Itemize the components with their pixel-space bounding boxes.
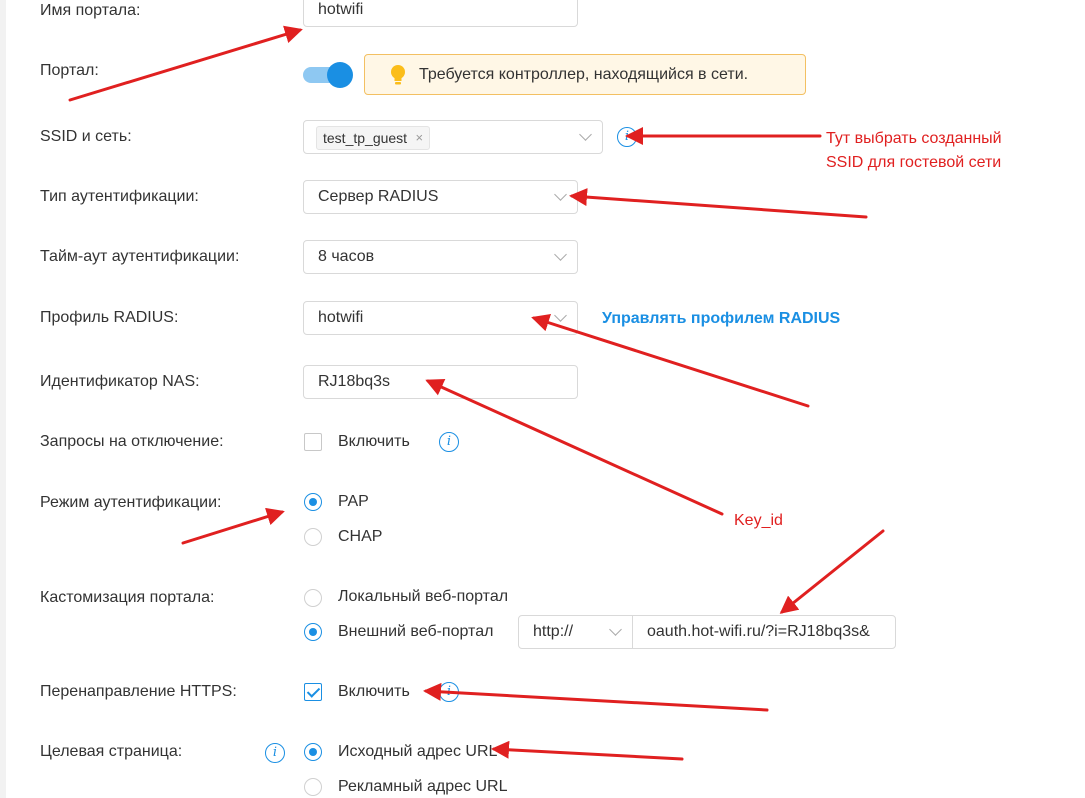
ssid-tag[interactable]: test_tp_guest ×	[316, 126, 431, 150]
portal-name-label: Имя портала:	[40, 2, 141, 19]
ssid-tag-label: test_tp_guest	[323, 130, 408, 146]
chevron-down-icon	[554, 248, 567, 261]
external-portal-radio[interactable]	[304, 623, 322, 641]
ssid-annotation-line2: SSID для гостевой сети	[826, 154, 1002, 171]
promo-url-label: Рекламный адрес URL	[338, 778, 508, 795]
auth-mode-pap-label: PAP	[338, 493, 369, 510]
radius-profile-label: Профиль RADIUS:	[40, 309, 179, 326]
auth-mode-chap-radio[interactable]	[304, 528, 322, 546]
chevron-down-icon	[609, 623, 622, 636]
radius-profile-value: hotwifi	[318, 309, 364, 326]
manage-radius-profile-link[interactable]: Управлять профилем RADIUS	[602, 310, 840, 328]
controller-notice: Требуется контроллер, находящийся в сети…	[364, 54, 806, 95]
lightbulb-icon	[391, 65, 405, 85]
landing-page-label: Целевая страница:	[40, 743, 183, 760]
arrow-auth-mode	[181, 507, 285, 545]
toggle-knob	[327, 62, 353, 88]
disconnect-requests-option: Включить	[338, 433, 410, 450]
disconnect-requests-checkbox[interactable]	[304, 433, 322, 451]
arrow-portal-url	[779, 529, 885, 614]
auth-timeout-value: 8 часов	[318, 248, 375, 265]
info-icon[interactable]: i	[439, 432, 459, 452]
ssid-label: SSID и сеть:	[40, 128, 132, 145]
arrow-landing-page	[491, 740, 684, 761]
https-redirect-checkbox[interactable]	[304, 683, 322, 701]
original-url-label: Исходный адрес URL	[338, 743, 498, 760]
https-redirect-label: Перенаправление HTTPS:	[40, 683, 237, 700]
external-portal-url-input[interactable]: oauth.hot-wifi.ru/?i=RJ18bq3s&	[632, 615, 896, 649]
radius-profile-select[interactable]: hotwifi	[303, 301, 578, 335]
auth-mode-label: Режим аутентификации:	[40, 494, 222, 511]
portal-toggle[interactable]	[303, 62, 353, 88]
auth-mode-chap-label: CHAP	[338, 528, 383, 545]
notice-text: Требуется контроллер, находящийся в сети…	[419, 66, 749, 83]
auth-type-value: Сервер RADIUS	[318, 188, 439, 205]
original-url-radio[interactable]	[304, 743, 322, 761]
auth-type-select[interactable]: Сервер RADIUS	[303, 180, 578, 214]
ssid-annotation-line1: Тут выбрать созданный	[826, 130, 1002, 147]
nas-id-label: Идентификатор NAS:	[40, 373, 200, 390]
https-redirect-option: Включить	[338, 683, 410, 700]
portal-name-input[interactable]: hotwifi	[303, 0, 578, 27]
portal-customization-label: Кастомизация портала:	[40, 589, 215, 606]
key-id-annotation: Key_id	[734, 512, 783, 529]
chevron-down-icon	[554, 188, 567, 201]
auth-mode-pap-radio[interactable]	[304, 493, 322, 511]
local-portal-radio[interactable]	[304, 589, 322, 607]
close-icon[interactable]: ×	[415, 127, 423, 149]
auth-timeout-select[interactable]: 8 часов	[303, 240, 578, 274]
arrow-nas-id	[425, 378, 724, 516]
auth-timeout-label: Тайм-аут аутентификации:	[40, 248, 240, 265]
auth-type-label: Тип аутентификации:	[40, 188, 199, 205]
disconnect-requests-label: Запросы на отключение:	[40, 433, 224, 450]
ssid-select[interactable]: test_tp_guest ×	[303, 120, 603, 154]
local-portal-label: Локальный веб-портал	[338, 588, 509, 605]
external-portal-label: Внешний веб-портал	[338, 623, 494, 640]
arrow-https	[423, 682, 769, 712]
chevron-down-icon	[579, 128, 592, 141]
portal-label: Портал:	[40, 62, 99, 79]
arrow-portal-name	[68, 25, 303, 102]
protocol-value: http://	[533, 623, 574, 640]
nas-id-input[interactable]: RJ18bq3s	[303, 365, 578, 399]
info-icon[interactable]: i	[617, 127, 637, 147]
chevron-down-icon	[554, 309, 567, 322]
portal-settings-form: Имя портала: hotwifi Портал: Требуется к…	[0, 0, 1085, 798]
info-icon[interactable]: i	[439, 682, 459, 702]
left-border	[0, 0, 6, 798]
info-icon[interactable]: i	[265, 743, 285, 763]
protocol-select[interactable]: http://	[518, 615, 633, 649]
arrow-auth-type	[569, 188, 868, 219]
promo-url-radio[interactable]	[304, 778, 322, 796]
